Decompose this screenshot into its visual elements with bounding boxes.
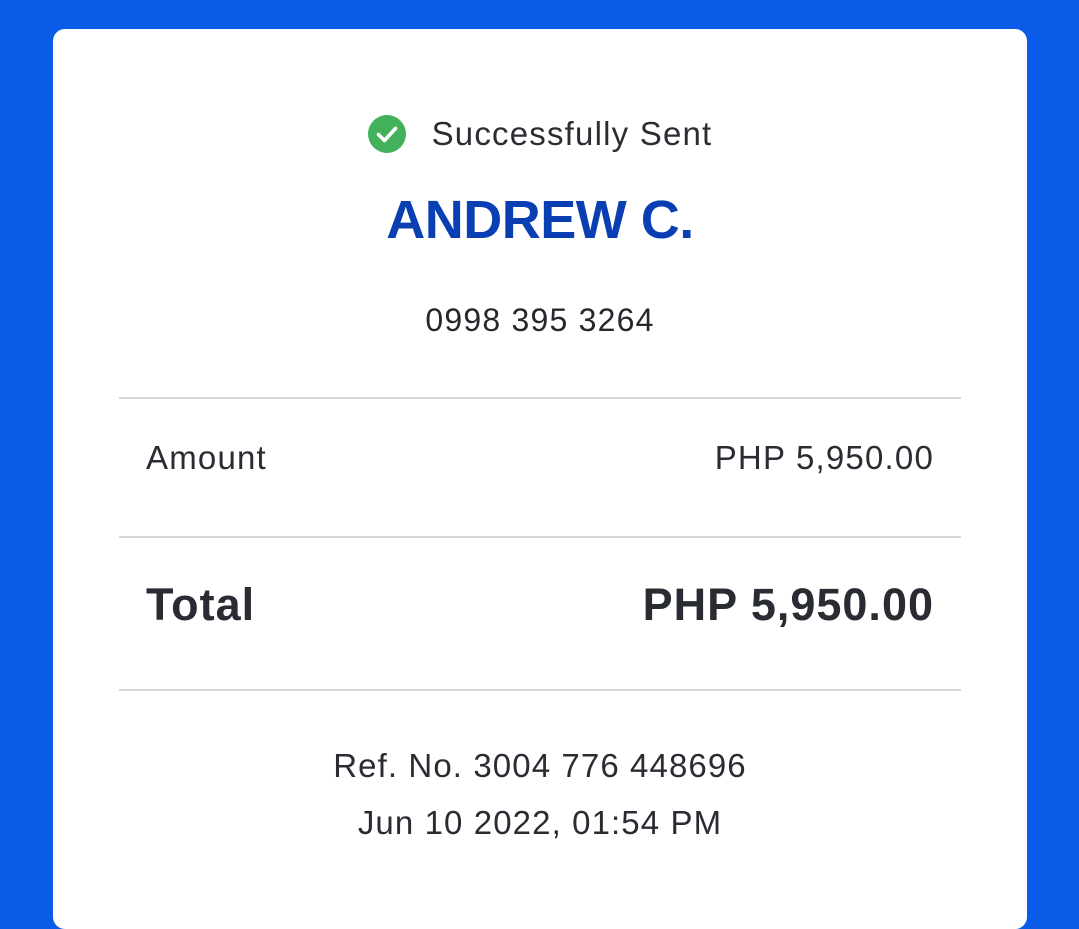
status-text: Successfully Sent [431, 115, 713, 152]
divider [119, 397, 961, 399]
total-label: Total [146, 579, 256, 630]
divider [119, 536, 961, 538]
amount-value: PHP 5,950.00 [714, 439, 934, 476]
transaction-datetime: Jun 10 2022, 01:54 PM [357, 804, 723, 841]
receipt-card: Successfully Sent ANDREW C. 0998 395 326… [53, 29, 1027, 929]
reference-number: Ref. No. 3004 776 448696 [333, 747, 747, 784]
status-row: Successfully Sent [53, 115, 1027, 153]
total-row: Total PHP 5,950.00 [146, 579, 934, 631]
amount-row: Amount PHP 5,950.00 [146, 439, 934, 477]
amount-label: Amount [146, 439, 267, 476]
recipient-number: 0998 395 3264 [425, 302, 655, 338]
recipient-name: ANDREW C. [386, 190, 694, 250]
check-circle-icon [367, 115, 406, 153]
divider [119, 689, 961, 691]
total-value: PHP 5,950.00 [642, 579, 934, 630]
